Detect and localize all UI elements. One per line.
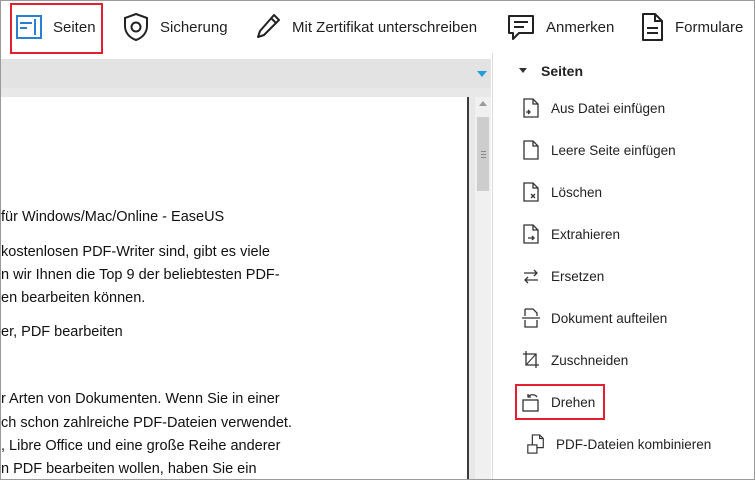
panel-header[interactable]: Seiten bbox=[519, 63, 583, 79]
app-window: Seiten Sicherung Mit Zertifikat untersch… bbox=[0, 0, 755, 480]
panel-item-label: Extrahieren bbox=[551, 226, 621, 242]
document-page[interactable]: für Windows/Mac/Online - EaseUS kostenlo… bbox=[1, 97, 469, 479]
rotate-highlight-box bbox=[515, 384, 605, 420]
document-line: n PDF bearbeiten wollen, haben Sie ein bbox=[1, 461, 257, 477]
toolbar: Seiten Sicherung Mit Zertifikat untersch… bbox=[1, 1, 754, 54]
panel-item-label: Löschen bbox=[551, 184, 603, 200]
panel-item-label: PDF-Dateien kombinieren bbox=[556, 436, 712, 452]
panel-item-blank-page[interactable]: Leere Seite einfügen bbox=[521, 138, 676, 162]
split-document-icon bbox=[521, 307, 541, 329]
document-header-bar bbox=[1, 59, 491, 88]
panel-item-crop[interactable]: Zuschneiden bbox=[521, 348, 628, 372]
scrollbar-grip bbox=[481, 154, 486, 155]
panel-item-delete[interactable]: Löschen bbox=[521, 180, 602, 204]
document-line: r Arten von Dokumenten. Wenn Sie in eine… bbox=[1, 391, 280, 407]
panel-item-combine-pdf[interactable]: PDF-Dateien kombinieren bbox=[526, 432, 711, 456]
insert-from-file-icon bbox=[521, 97, 541, 119]
pen-icon bbox=[254, 12, 282, 42]
panel-item-label: Leere Seite einfügen bbox=[551, 142, 676, 158]
comment-tool-label: Anmerken bbox=[546, 18, 615, 36]
panel-title: Seiten bbox=[541, 63, 584, 79]
panel-item-label: Zuschneiden bbox=[551, 352, 629, 368]
sign-certificate-tool-label: Mit Zertifikat unterschreiben bbox=[292, 18, 478, 36]
forms-tool-button[interactable]: Formulare bbox=[639, 1, 743, 53]
document-line: ch schon zahlreiche PDF-Dateien verwende… bbox=[1, 415, 292, 431]
form-document-icon bbox=[639, 12, 665, 42]
panel-item-label: Dokument aufteilen bbox=[551, 310, 668, 326]
scrollbar-grip bbox=[481, 151, 486, 152]
security-tool-button[interactable]: Sicherung bbox=[122, 1, 228, 53]
replace-page-icon bbox=[521, 265, 541, 287]
document-line: kostenlosen PDF-Writer sind, gibt es vie… bbox=[1, 244, 270, 260]
panel-item-replace[interactable]: Ersetzen bbox=[521, 264, 604, 288]
panel-item-extract[interactable]: Extrahieren bbox=[521, 222, 620, 246]
panel-item-label: Ersetzen bbox=[551, 268, 605, 284]
collapse-triangle-icon[interactable] bbox=[519, 67, 527, 73]
security-tool-label: Sicherung bbox=[160, 18, 228, 36]
scrollbar-grip bbox=[481, 157, 486, 158]
sign-certificate-tool-button[interactable]: Mit Zertifikat unterschreiben bbox=[254, 1, 477, 53]
delete-page-icon bbox=[521, 181, 541, 203]
document-line: n wir Ihnen die Top 9 der beliebtesten P… bbox=[1, 267, 280, 283]
dropdown-arrow-icon[interactable] bbox=[477, 71, 487, 77]
shield-icon bbox=[122, 12, 150, 42]
crop-icon bbox=[521, 349, 541, 371]
document-line: , Libre Office und eine große Reihe ande… bbox=[1, 438, 281, 454]
scroll-up-arrow-icon[interactable] bbox=[479, 101, 487, 106]
document-line: en bearbeiten können. bbox=[1, 290, 146, 306]
comment-tool-button[interactable]: Anmerken bbox=[506, 1, 614, 53]
panel-item-insert-from-file[interactable]: Aus Datei einfügen bbox=[521, 96, 665, 120]
blank-page-icon bbox=[521, 139, 541, 161]
panel-item-split-document[interactable]: Dokument aufteilen bbox=[521, 306, 667, 330]
document-line: für Windows/Mac/Online - EaseUS bbox=[1, 209, 225, 225]
pages-highlight-box bbox=[10, 3, 103, 54]
forms-tool-label: Formulare bbox=[675, 18, 744, 36]
combine-pdf-icon bbox=[526, 433, 546, 455]
comment-icon bbox=[506, 12, 536, 42]
panel-item-label: Aus Datei einfügen bbox=[551, 100, 666, 116]
document-line: er, PDF bearbeiten bbox=[1, 324, 123, 340]
extract-page-icon bbox=[521, 223, 541, 245]
